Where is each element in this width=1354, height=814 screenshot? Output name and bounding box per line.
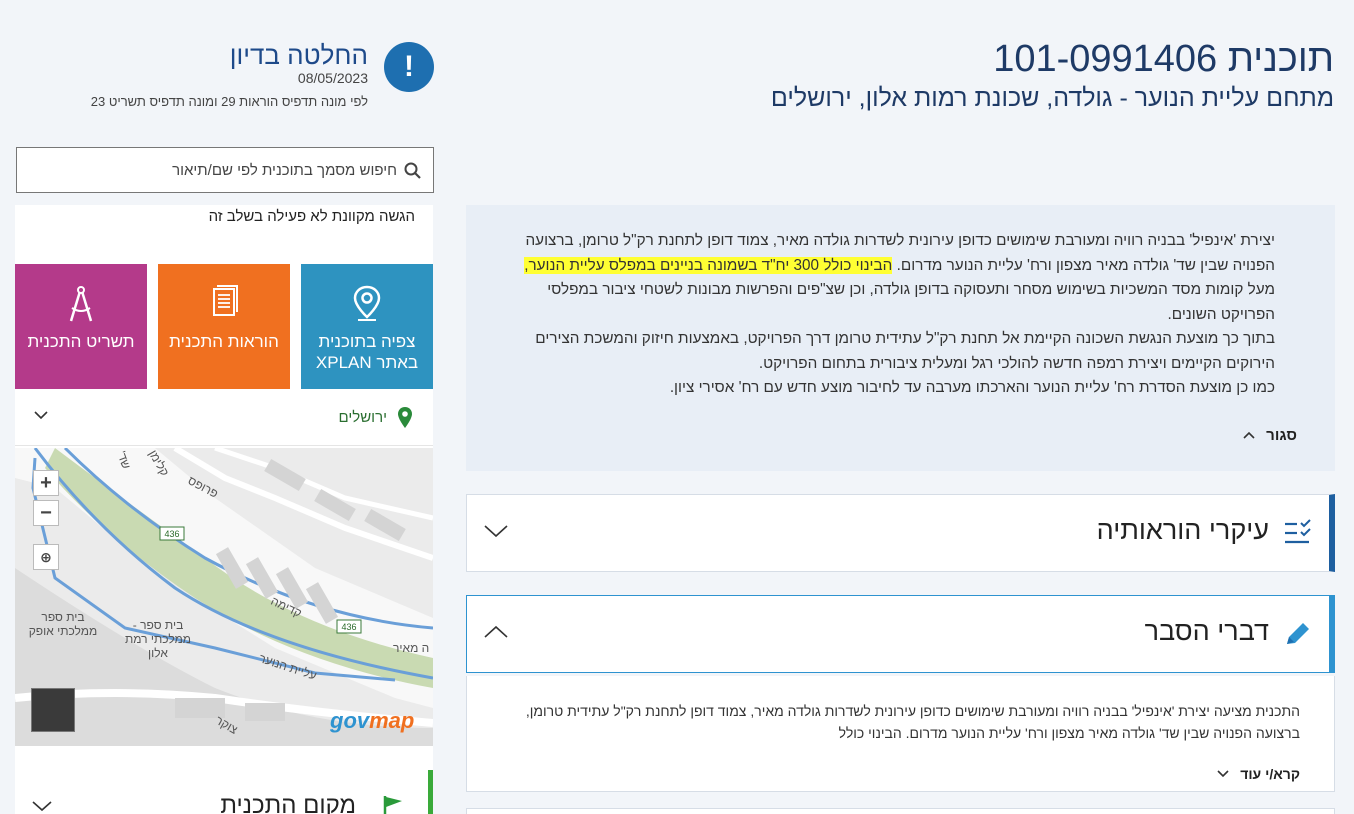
checklist-icon (1285, 519, 1311, 544)
chevron-up-icon[interactable] (483, 624, 509, 640)
map-school-label: בית ספר ממלכתי אופק (28, 610, 98, 638)
map-pin-icon (398, 407, 412, 428)
plan-description-card: יצירת 'אינפיל' בבניה רוויה ומעורבת שימוש… (466, 205, 1335, 471)
govmap-logo: govmap (330, 708, 414, 734)
road-number-label: 436 (341, 622, 356, 632)
explanation-line: ברצועה הפנויה שבין שד' גולדה מאיר מצפון … (838, 725, 1300, 741)
accordion-title: עיקרי הוראותיה (1096, 515, 1269, 545)
accordion-title: דברי הסבר (1144, 616, 1269, 646)
highlighted-text: הבינוי כולל 300 יח"ד בשמונה בניינים במפל… (524, 256, 893, 274)
map-street-label: ה מאיר (393, 641, 430, 655)
xplan-view-tile[interactable]: צפיה בתוכנית באתר XPLAN (301, 264, 433, 389)
close-button[interactable]: סגור (1242, 427, 1297, 444)
description-line: מעל קומות מסד המשכיות בשימוש מסחר ותעסוק… (547, 281, 1275, 298)
plan-location-title: מקום התכנית (220, 792, 356, 814)
explanation-text: התכנית מציעה יצירת 'אינפיל' בבניה רוויה … (480, 700, 1300, 744)
location-label: ירושלים (338, 409, 387, 426)
read-more-button[interactable]: קרא/י עוד (1216, 766, 1300, 782)
plan-map-tile[interactable]: תשריט התכנית (15, 264, 147, 389)
search-box (16, 147, 434, 193)
search-input[interactable] (25, 148, 397, 192)
status-title: החלטה בדיון (229, 40, 368, 70)
description-line: בתוך כך מוצעת הנגשת השכונה הקיימת אל תחנ… (535, 330, 1275, 347)
description-line: הפרויקט השונים. (1167, 305, 1275, 323)
tile-label: צפיה בתוכנית באתר XPLAN (315, 332, 419, 372)
next-card (466, 808, 1335, 814)
plan-subtitle: מתחם עליית הנוער - גולדה, שכונת רמות אלו… (770, 84, 1334, 112)
chevron-down-icon (1217, 770, 1229, 778)
satellite-layer-toggle[interactable] (31, 688, 75, 732)
tile-label: תשריט התכנית (27, 332, 135, 351)
description-line: הירוקים הקיימים ויצירת רמפה חדשה להולכי … (758, 354, 1275, 372)
explanation-accordion[interactable]: דברי הסבר (466, 595, 1335, 673)
map-canvas[interactable]: 436 436 (15, 448, 433, 746)
description-line: הפנויה שבין שד' גולדה מאיר מצפון ורח' על… (505, 254, 1275, 279)
search-icon[interactable] (403, 161, 423, 181)
chevron-down-icon[interactable] (483, 523, 509, 539)
location-dropdown[interactable]: ירושלים (15, 392, 433, 446)
status-description: לפי מונה תדפיס הוראות 29 ומונה תדפיס תשר… (90, 94, 368, 109)
description-line: כמו כן מוצעת הסדרת רח' עליית הנוער והארכ… (669, 379, 1275, 396)
plan-map[interactable]: 436 436 פרופס קדימה עליית הנוער בית ספר … (15, 448, 433, 746)
flag-icon (383, 796, 402, 814)
zoom-in-button[interactable]: + (33, 470, 59, 496)
submission-note: הגשה מקוונת לא פעילה בשלב זה (208, 208, 415, 225)
document-icon (213, 285, 238, 316)
status-date: 08/05/2023 (297, 70, 368, 86)
plan-description-text: יצירת 'אינפיל' בבניה רוויה ומעורבת שימוש… (505, 229, 1275, 401)
zoom-out-button[interactable]: − (33, 500, 59, 526)
explanation-line: התכנית מציעה יצירת 'אינפיל' בבניה רוויה … (525, 703, 1300, 719)
chevron-up-icon (1243, 431, 1255, 439)
description-line: יצירת 'אינפיל' בבניה רוויה ומעורבת שימוש… (525, 232, 1275, 249)
plan-location-accordion[interactable]: מקום התכנית (15, 770, 433, 814)
explanation-content: התכנית מציעה יצירת 'אינפיל' בבניה רוויה … (466, 676, 1335, 792)
main-instructions-accordion[interactable]: עיקרי הוראותיה (466, 494, 1335, 572)
tile-label: הוראות התכנית (169, 332, 279, 351)
plan-instructions-tile[interactable]: הוראות התכנית (158, 264, 290, 389)
location-pin-icon (353, 285, 381, 321)
plan-title: תוכנית 101-0991406 (993, 38, 1334, 80)
close-label: סגור (1266, 427, 1297, 444)
description-line-part: הפנויה שבין שד' גולדה מאיר מצפון ורח' על… (896, 256, 1275, 274)
govmap-logo-gov: gov (330, 708, 370, 733)
alert-icon: ! (384, 42, 434, 92)
road-number-label: 436 (164, 529, 179, 539)
zoom-area-icon[interactable]: ⊕ (33, 544, 59, 570)
govmap-logo-map: map (369, 708, 415, 733)
map-school-label: בית ספר - ממלכתי רמת אלון (124, 618, 192, 660)
read-more-label: קרא/י עוד (1240, 766, 1300, 782)
compass-icon (69, 286, 93, 322)
chevron-down-icon[interactable] (31, 800, 53, 812)
chevron-down-icon[interactable] (33, 410, 49, 420)
pencil-icon (1287, 623, 1309, 644)
